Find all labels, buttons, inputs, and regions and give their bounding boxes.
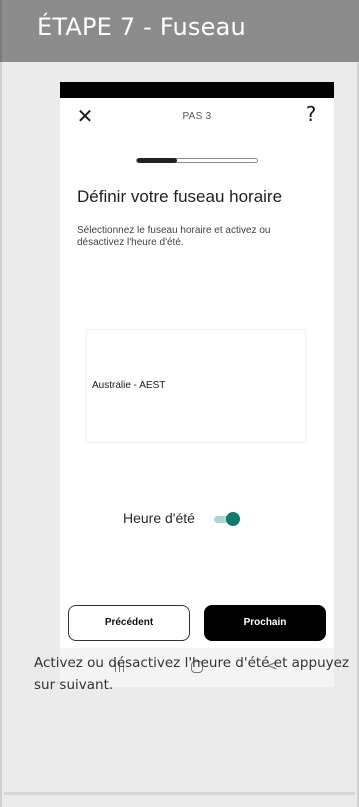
help-icon[interactable]: ? [302, 103, 320, 125]
guide-step-card: ÉTAPE 7 - Fuseau ✕ PAS 3 ? Définir votre… [0, 0, 359, 807]
divider [4, 792, 355, 795]
status-bar [60, 82, 334, 98]
top-bar: ✕ PAS 3 ? [60, 98, 334, 136]
progress-fill [137, 158, 177, 163]
step-header: ÉTAPE 7 - Fuseau [0, 0, 359, 62]
dst-row: Heure d'été [60, 507, 334, 531]
progress-bar [136, 158, 258, 163]
dst-label: Heure d'été [123, 510, 195, 526]
page-description: Sélectionnez le fuseau horaire et active… [77, 225, 271, 248]
next-button[interactable]: Prochain [204, 605, 326, 641]
dst-toggle[interactable] [214, 512, 240, 526]
step-title: ÉTAPE 7 - Fuseau [37, 13, 246, 41]
page-heading: Définir votre fuseau horaire [77, 187, 283, 206]
instruction-text: Activez ou désactivez l'heure d'été et a… [34, 655, 350, 693]
toggle-knob [226, 512, 240, 526]
phone-screenshot: ✕ PAS 3 ? Définir votre fuseau horaire S… [60, 82, 334, 687]
timezone-selected-value: Australie - AEST [92, 380, 166, 391]
timezone-picker[interactable]: Australie - AEST [87, 330, 305, 442]
previous-button[interactable]: Précédent [68, 605, 190, 641]
step-label: PAS 3 [182, 111, 212, 122]
step-panel: ✕ PAS 3 ? Définir votre fuseau horaire S… [0, 62, 359, 807]
